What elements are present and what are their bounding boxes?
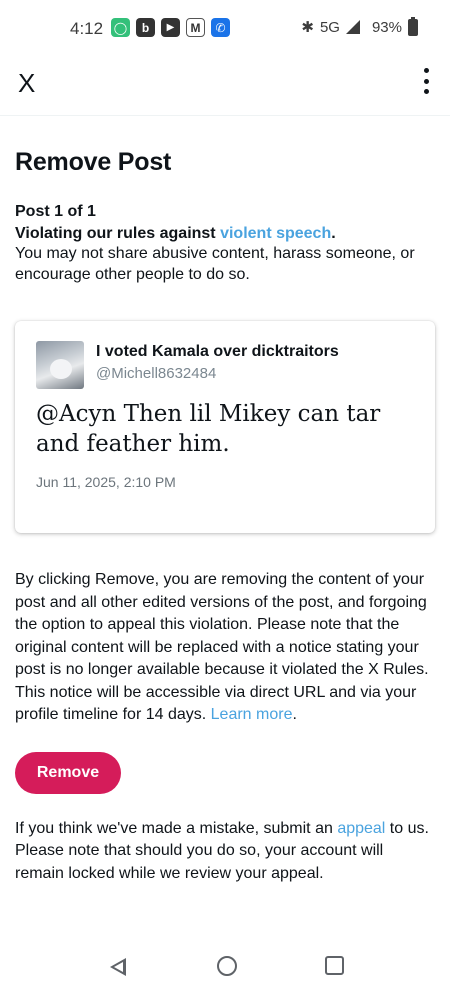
- author-handle: @Michell8632484: [96, 365, 217, 382]
- status-bar: 4:12 ◯ b ▶ M ✆ ✱ 5G 93%: [0, 0, 450, 58]
- appeal-prefix: If you think we've made a mistake, submi…: [15, 819, 338, 837]
- youtube-icon: ▶: [161, 18, 180, 37]
- notification-icons: ◯ b ▶ M ✆: [111, 18, 230, 37]
- post-text: @Acyn Then lil Mikey can tar and feather…: [36, 401, 381, 457]
- learn-more-suffix: .: [292, 706, 297, 723]
- more-options-icon[interactable]: [420, 68, 432, 94]
- status-time: 4:12: [70, 19, 104, 38]
- violation-suffix: .: [331, 225, 336, 242]
- post-date: Jun 11, 2025, 2:10 PM: [36, 474, 176, 490]
- avatar: [36, 341, 84, 389]
- violation-heading: Violating our rules against violent spee…: [15, 225, 435, 243]
- post-card: I voted Kamala over dicktraitors @Michel…: [15, 321, 435, 533]
- recents-icon[interactable]: [325, 956, 344, 975]
- violation-prefix: Violating our rules against: [15, 225, 221, 242]
- author-name: I voted Kamala over dicktraitors: [96, 343, 339, 360]
- removal-notice: By clicking Remove, you are removing the…: [15, 569, 435, 727]
- main-content: Remove Post Post 1 of 1 Violating our ru…: [15, 116, 435, 885]
- appeal-link[interactable]: appeal: [337, 820, 385, 837]
- appeal-notice: If you think we've made a mistake, submi…: [15, 818, 435, 886]
- network-indicator: 5G: [319, 18, 340, 36]
- status-indicators: ✱ 5G 93%: [301, 16, 418, 36]
- signal-icon: [345, 20, 360, 34]
- b-app-icon: b: [136, 18, 155, 37]
- removal-notice-text: By clicking Remove, you are removing the…: [15, 571, 429, 723]
- close-button[interactable]: X: [18, 66, 35, 100]
- violent-speech-link[interactable]: violent speech: [220, 225, 331, 242]
- violation-description: You may not share abusive content, haras…: [15, 245, 415, 283]
- bluetooth-icon: ✱: [301, 19, 314, 36]
- messages-app-icon: ◯: [111, 18, 130, 37]
- page-title: Remove Post: [15, 148, 172, 176]
- battery-percent: 93%: [371, 18, 402, 36]
- learn-more-link[interactable]: Learn more: [211, 706, 293, 723]
- battery-icon: [408, 16, 418, 36]
- top-bar: X: [0, 58, 450, 116]
- gmail-icon: M: [186, 18, 205, 37]
- post-count: Post 1 of 1: [15, 203, 96, 220]
- system-nav-bar: [0, 942, 450, 1000]
- home-icon[interactable]: [217, 956, 237, 976]
- back-icon[interactable]: [110, 958, 126, 976]
- phone-app-icon: ✆: [211, 18, 230, 37]
- remove-button[interactable]: Remove: [15, 751, 121, 794]
